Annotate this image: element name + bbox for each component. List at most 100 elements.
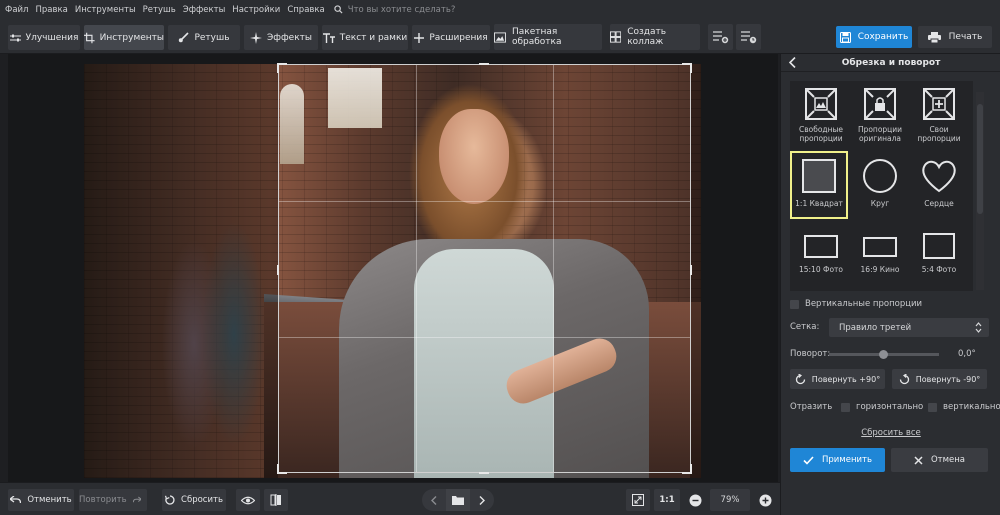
redo-button[interactable]: Повторить [79, 489, 147, 511]
image-canvas[interactable] [8, 54, 778, 482]
zoom-out-button[interactable] [684, 489, 706, 511]
flip-horizontal-checkbox[interactable] [841, 402, 850, 412]
crop-icon [84, 32, 95, 43]
floppy-icon [839, 31, 851, 43]
reset-button[interactable]: Сбросить [162, 489, 226, 511]
print-button[interactable]: Печать [918, 26, 992, 48]
menu-bar: Файл Правка Инструменты Ретушь Эффекты Н… [0, 0, 1000, 19]
shape-16-9[interactable]: 16:9 Кино [851, 231, 909, 301]
create-collage-button[interactable]: Создать коллаж [610, 24, 700, 50]
bottom-bar: Отменить Повторить Сбросить 1:1 79% [0, 482, 780, 515]
rect-16-9-icon [863, 237, 897, 257]
crop-handle-right[interactable] [690, 265, 692, 275]
fit-screen-button[interactable] [626, 489, 650, 511]
printer-icon [927, 31, 941, 43]
shape-square[interactable]: 1:1 Квадрат [790, 151, 848, 219]
tab-tools[interactable]: Инструменты [84, 25, 164, 50]
rect-15-10-icon [804, 235, 838, 258]
zoom-in-button[interactable] [754, 489, 776, 511]
rotate-plus-90-button[interactable]: Повернуть +90° [790, 369, 885, 389]
cancel-button[interactable]: Отмена [891, 448, 988, 472]
menu-settings[interactable]: Настройки [232, 5, 280, 15]
save-button[interactable]: Сохранить [836, 26, 912, 48]
rotation-slider-knob[interactable] [879, 350, 888, 359]
shape-original-ratio[interactable]: Пропорции оригинала [851, 87, 909, 157]
batch-processing-button[interactable]: Пакетная обработка [494, 24, 602, 50]
text-icon [322, 32, 335, 43]
image-stack-icon [494, 31, 506, 43]
open-folder-button[interactable] [446, 489, 470, 511]
panel-header: Обрезка и поворот [781, 54, 1000, 72]
next-image-button[interactable] [470, 489, 494, 511]
shape-custom-ratio[interactable]: Свои пропорции [910, 87, 968, 157]
crop-shapes-grid: Свободные пропорции Пропорции оригинала … [790, 81, 973, 291]
rotate-ccw-icon [899, 373, 909, 384]
rotate-minus-90-button[interactable]: Повернуть -90° [892, 369, 987, 389]
circle-icon [863, 159, 897, 193]
panel-title: Обрезка и поворот [841, 57, 941, 68]
tab-retouch[interactable]: Ретушь [168, 25, 240, 50]
flip-label: Отразить [790, 402, 833, 412]
search-icon [334, 5, 343, 14]
menu-help[interactable]: Справка [287, 5, 324, 15]
crop-handle-top[interactable] [479, 63, 489, 65]
shape-heart[interactable]: Сердце [910, 157, 968, 227]
menu-retouch[interactable]: Ретушь [143, 5, 176, 15]
fit-screen-icon [632, 494, 644, 506]
zoom-value[interactable]: 79% [710, 489, 750, 511]
rotate-cw-icon [795, 373, 805, 384]
minus-circle-icon [689, 494, 701, 506]
heart-icon [922, 160, 956, 193]
tab-enhancements[interactable]: Улучшения [8, 25, 80, 50]
menu-effects[interactable]: Эффекты [183, 5, 226, 15]
flip-horizontal-row[interactable]: горизонтально [841, 402, 923, 412]
crop-handle-bottom[interactable] [479, 472, 489, 474]
shapes-scrollbar[interactable] [976, 92, 984, 290]
preview-toggle-button[interactable] [236, 489, 260, 511]
plus-icon [414, 32, 425, 43]
lock-ratio-icon [864, 88, 896, 120]
menu-file[interactable]: Файл [5, 5, 28, 15]
search-placeholder: Что вы хотите сделать? [347, 4, 456, 15]
undo-button[interactable]: Отменить [8, 489, 74, 511]
rotation-slider[interactable] [829, 350, 939, 359]
presets-add-button[interactable] [708, 24, 733, 50]
list-clock-icon [740, 31, 756, 44]
zoom-actual-button[interactable]: 1:1 [654, 489, 680, 511]
flip-vertical-checkbox[interactable] [928, 402, 937, 412]
shape-5-4[interactable]: 5:4 Фото [910, 231, 968, 301]
grid-select[interactable]: Правило третей [829, 318, 989, 337]
reset-all-link[interactable]: Сбросить все [781, 428, 1000, 438]
menu-tools[interactable]: Инструменты [75, 5, 136, 15]
check-icon [803, 455, 814, 465]
vertical-proportions-row[interactable]: Вертикальные пропорции [790, 299, 922, 309]
reset-icon [165, 495, 175, 505]
presets-history-button[interactable] [736, 24, 761, 50]
eye-icon [241, 496, 255, 504]
shape-circle[interactable]: Круг [851, 157, 909, 227]
shape-15-10[interactable]: 15:10 Фото [792, 231, 850, 301]
tab-effects[interactable]: Эффекты [244, 25, 318, 50]
free-ratio-icon [805, 88, 837, 120]
custom-ratio-icon [923, 88, 955, 120]
crop-rotate-panel: Обрезка и поворот Свободные пропорции Пр… [780, 54, 1000, 515]
apply-button[interactable]: Применить [790, 448, 885, 472]
rect-5-4-icon [923, 233, 955, 259]
vertical-proportions-checkbox[interactable] [790, 299, 799, 309]
back-arrow-icon[interactable] [789, 57, 796, 68]
shape-free-ratio[interactable]: Свободные пропорции [792, 87, 850, 157]
chevron-left-icon [431, 495, 437, 505]
crop-handle-left[interactable] [277, 265, 279, 275]
crop-frame[interactable] [277, 63, 692, 474]
menu-edit[interactable]: Правка [35, 5, 67, 15]
rotation-value: 0,0° [958, 349, 976, 359]
flip-vertical-row[interactable]: вертикально [928, 402, 1000, 412]
undo-icon [10, 496, 22, 504]
prev-image-button[interactable] [422, 489, 446, 511]
tab-extensions[interactable]: Расширения [412, 25, 490, 50]
updown-arrow-icon [975, 322, 982, 333]
brush-icon [179, 32, 190, 43]
compare-button[interactable] [264, 489, 288, 511]
menu-search[interactable]: Что вы хотите сделать? [334, 4, 456, 15]
tab-text-frames[interactable]: Текст и рамки [322, 25, 408, 50]
